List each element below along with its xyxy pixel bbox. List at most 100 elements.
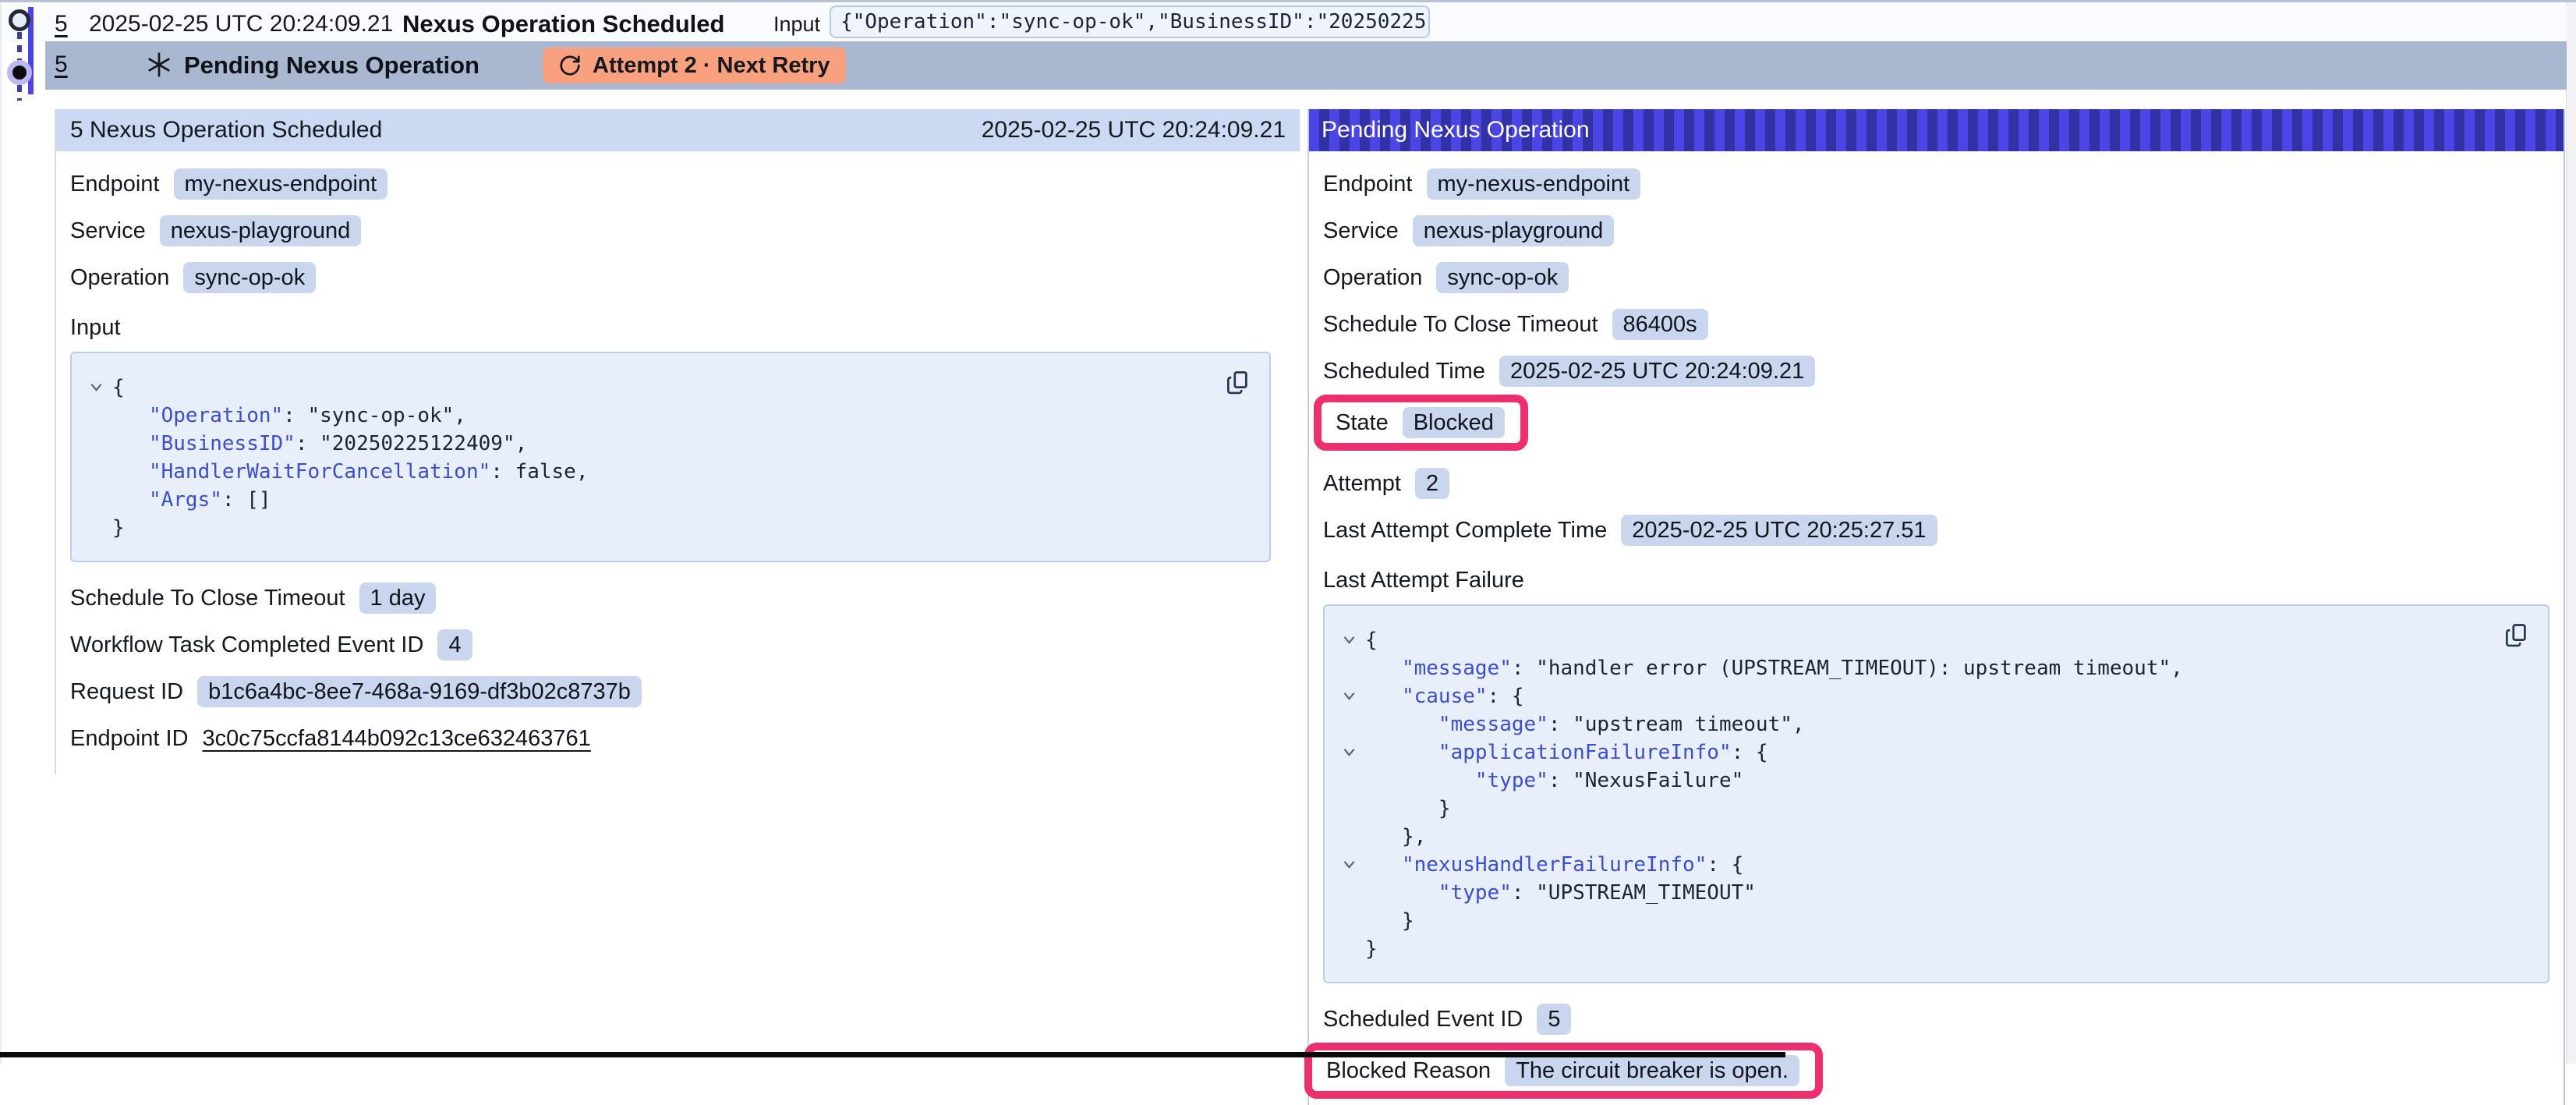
code-line: } <box>1332 907 2534 935</box>
field-service: Service nexus-playground <box>70 215 1300 246</box>
code-line: } <box>1332 795 2534 823</box>
collapse-chevron-icon[interactable] <box>1332 626 1365 654</box>
code-gutter <box>1332 767 1365 795</box>
code-text: "nexusHandlerFailureInfo": { <box>1365 851 1743 879</box>
field-request-id: Request ID b1c6a4bc-8ee7-468a-9169-df3b0… <box>70 676 1300 707</box>
event-name: Pending Nexus Operation <box>184 51 479 80</box>
collapse-chevron-icon[interactable] <box>80 374 112 402</box>
field-value-chip: 2 <box>1415 468 1449 499</box>
field-value-chip: 2025-02-25 UTC 20:24:09.21 <box>1499 356 1815 387</box>
endpoint-id-link[interactable]: 3c0c75ccfa8144b092c13ce632463761 <box>203 726 591 752</box>
code-text: } <box>1365 795 1451 823</box>
scheduled-panel-title: 5 Nexus Operation Scheduled <box>70 117 382 143</box>
collapse-chevron-icon[interactable] <box>1332 738 1365 767</box>
field-label: Schedule To Close Timeout <box>1323 312 1598 338</box>
code-gutter <box>80 402 112 430</box>
field-attempt: Attempt 2 <box>1323 468 2564 499</box>
field-value-chip: my-nexus-endpoint <box>174 168 388 200</box>
code-line: { <box>80 374 1255 402</box>
state-highlight-annotation: State Blocked <box>1314 395 1528 451</box>
failure-section-label: Last Attempt Failure <box>1323 568 2564 593</box>
field-value-chip: 4 <box>437 629 472 661</box>
retry-status-badge: Attempt 2 · Next Retry <box>543 48 846 83</box>
field-endpoint: Endpoint my-nexus-endpoint <box>1323 168 2564 200</box>
failure-json-viewer: { "message": "handler error (UPSTREAM_TI… <box>1323 604 2549 983</box>
code-gutter <box>1332 795 1365 823</box>
code-text: { <box>112 374 125 402</box>
field-scheduled-event-id: Scheduled Event ID 5 <box>1323 1004 2564 1035</box>
code-line: "Operation": "sync-op-ok", <box>80 402 1255 430</box>
pending-operation-panel: Pending Nexus Operation Endpoint my-nexu… <box>1307 109 2565 1105</box>
field-label: Blocked Reason <box>1326 1058 1491 1084</box>
field-value-chip: nexus-playground <box>1413 215 1615 246</box>
field-schedule-to-close-timeout: Schedule To Close Timeout 86400s <box>1323 309 2564 340</box>
code-text: "type": "UPSTREAM_TIMEOUT" <box>1365 879 1756 907</box>
code-line: }, <box>1332 823 2534 851</box>
input-section-label: Input <box>70 315 1300 341</box>
field-label: Operation <box>70 265 169 291</box>
field-label: Scheduled Time <box>1323 359 1485 384</box>
code-line: "cause": { <box>1332 682 2534 710</box>
code-text: }, <box>1365 823 1426 851</box>
field-last-attempt-complete-time: Last Attempt Complete Time 2025-02-25 UT… <box>1323 515 2564 546</box>
event-timestamp: 2025-02-25 UTC 20:24:09.21 <box>89 11 393 37</box>
code-text: "HandlerWaitForCancellation": false, <box>112 458 589 486</box>
field-value-chip: sync-op-ok <box>1436 262 1569 293</box>
retry-badge-label: Attempt 2 · Next Retry <box>593 53 830 79</box>
scrollbar-track[interactable] <box>2566 2 2576 1064</box>
field-label: Request ID <box>70 679 183 705</box>
code-line: "HandlerWaitForCancellation": false, <box>80 458 1255 486</box>
field-operation: Operation sync-op-ok <box>1323 262 2564 293</box>
field-label: Service <box>1323 218 1399 244</box>
code-text: "applicationFailureInfo": { <box>1365 738 1768 767</box>
copy-icon[interactable] <box>2501 622 2529 650</box>
page-left-border <box>0 2 2 1064</box>
field-label: State <box>1336 410 1389 436</box>
pending-asterisk-icon <box>145 51 173 79</box>
event-row-scheduled[interactable]: 5 2025-02-25 UTC 20:24:09.21 Nexus Opera… <box>2 5 2567 41</box>
field-label: Endpoint <box>70 172 160 197</box>
field-operation: Operation sync-op-ok <box>70 262 1300 293</box>
state-value-chip: Blocked <box>1403 407 1505 438</box>
field-label: Endpoint <box>1323 172 1413 197</box>
timeline-open-circle-icon <box>9 9 30 31</box>
field-blocked-reason: Blocked Reason The circuit breaker is op… <box>1326 1055 1799 1086</box>
code-text: "cause": { <box>1365 682 1524 710</box>
retry-icon <box>558 54 582 77</box>
pending-panel-title: Pending Nexus Operation <box>1322 117 1590 143</box>
field-value-chip: 86400s <box>1612 309 1708 340</box>
code-gutter <box>1332 823 1365 851</box>
code-text: { <box>1365 626 1378 654</box>
field-endpoint-id: Endpoint ID 3c0c75ccfa8144b092c13ce63246… <box>70 723 1300 754</box>
field-label: Last Attempt Complete Time <box>1323 518 1607 544</box>
code-line: "type": "NexusFailure" <box>1332 767 2534 795</box>
code-gutter <box>1332 907 1365 935</box>
code-line: "applicationFailureInfo": { <box>1332 738 2534 767</box>
code-line: "message": "upstream timeout", <box>1332 710 2534 738</box>
collapse-chevron-icon[interactable] <box>1332 851 1365 879</box>
code-gutter <box>80 486 112 514</box>
field-workflow-task-completed-event-id: Workflow Task Completed Event ID 4 <box>70 629 1300 661</box>
input-preview-chip: {"Operation":"sync-op-ok","BusinessID":"… <box>830 5 1430 38</box>
copy-icon[interactable] <box>1223 369 1251 397</box>
field-value-chip: 5 <box>1537 1004 1571 1035</box>
code-line: "BusinessID": "20250225122409", <box>80 430 1255 458</box>
scheduled-event-panel: 5 Nexus Operation Scheduled 2025-02-25 U… <box>55 109 1300 774</box>
event-id-link[interactable]: 5 <box>55 51 68 78</box>
code-text: "message": "upstream timeout", <box>1365 710 1805 738</box>
code-gutter <box>1332 654 1365 682</box>
collapse-chevron-icon[interactable] <box>1332 682 1365 710</box>
field-value-chip: sync-op-ok <box>183 262 316 293</box>
event-row-pending[interactable]: 5 Pending Nexus Operation Attempt 2 · Ne… <box>45 41 2567 90</box>
code-text: "message": "handler error (UPSTREAM_TIME… <box>1365 654 2183 682</box>
code-gutter <box>80 430 112 458</box>
input-inline-label: Input <box>773 12 820 37</box>
event-id-link[interactable]: 5 <box>55 11 68 37</box>
code-gutter <box>1332 879 1365 907</box>
field-label: Endpoint ID <box>70 726 189 752</box>
blocked-reason-value-chip: The circuit breaker is open. <box>1505 1055 1799 1086</box>
field-value-chip: 1 day <box>359 583 437 614</box>
input-json-viewer: { "Operation": "sync-op-ok", "BusinessID… <box>70 352 1271 562</box>
code-line: "Args": [] <box>80 486 1255 514</box>
field-value-chip: my-nexus-endpoint <box>1427 168 1641 200</box>
